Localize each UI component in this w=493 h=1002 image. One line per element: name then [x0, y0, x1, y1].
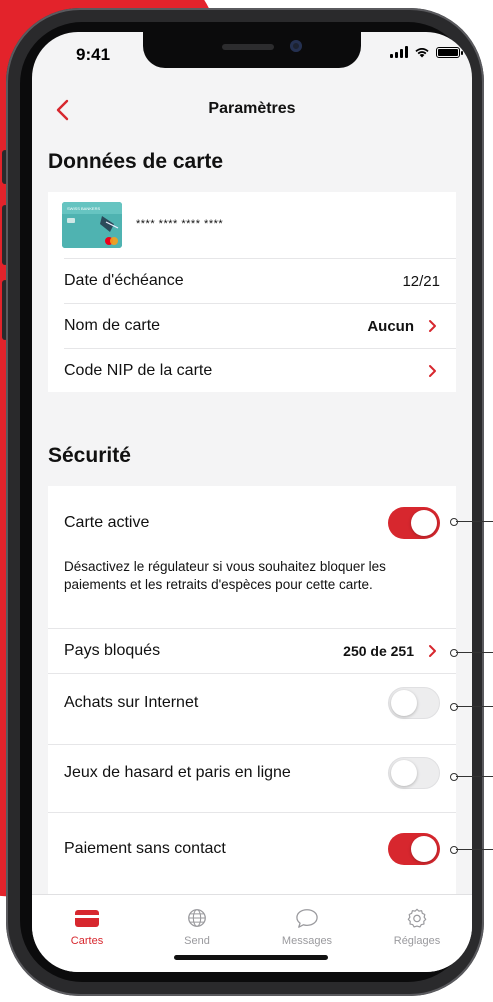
callout-line — [456, 706, 493, 707]
callout-line — [456, 849, 493, 850]
card-data-heading: Données de carte — [48, 150, 224, 173]
notch — [143, 32, 361, 68]
tab-reglages[interactable]: Réglages — [362, 907, 472, 947]
wifi-icon — [415, 48, 429, 58]
card-name-row[interactable]: Nom de carte Aucun — [48, 304, 456, 348]
card-active-description: Désactivez le régulateur si vous souhait… — [64, 559, 386, 592]
status-icons — [390, 46, 463, 58]
callout-dot — [450, 846, 458, 854]
internet-purchases-row: Achats sur Internet — [48, 678, 456, 728]
callout-line — [456, 776, 493, 777]
card-pin-row[interactable]: Code NIP de la carte — [48, 349, 456, 393]
internet-purchases-label: Achats sur Internet — [64, 694, 199, 711]
contactless-toggle[interactable] — [388, 833, 440, 865]
gambling-toggle[interactable] — [388, 757, 440, 789]
tab-bar: Cartes Send Messages Réglages — [32, 894, 472, 972]
callout-dot — [450, 649, 458, 657]
callout-line — [456, 521, 493, 522]
tab-cartes-label: Cartes — [70, 935, 104, 947]
gambling-row: Jeux de hasard et paris en ligne — [48, 748, 456, 798]
chevron-right-icon — [429, 320, 436, 332]
card-active-row: Carte active — [48, 496, 456, 550]
speaker — [222, 44, 274, 50]
home-indicator — [174, 955, 328, 960]
card-name-value: Aucun — [367, 317, 414, 335]
callout-dot — [450, 773, 458, 781]
card-active-label: Carte active — [64, 514, 150, 531]
internet-purchases-toggle[interactable] — [388, 687, 440, 719]
phone-screen: 9:41 Paramètres Données de carte SWISS B… — [32, 32, 472, 972]
callout-dot — [450, 703, 458, 711]
divider — [48, 673, 456, 674]
divider — [48, 744, 456, 745]
chat-bubble-icon — [296, 909, 318, 928]
callout-line — [456, 652, 493, 653]
front-camera — [290, 40, 302, 52]
expiry-date-row: Date d'échéance 12/21 — [48, 259, 456, 303]
card-pin-label: Code NIP de la carte — [64, 362, 213, 379]
card-name-label: Nom de carte — [64, 317, 161, 334]
card-data-panel: SWISS BANKERS **** **** **** **** Date d… — [48, 192, 456, 392]
signal-icon — [390, 46, 408, 58]
callout-dot — [450, 518, 458, 526]
card-thumbnail: SWISS BANKERS — [62, 202, 122, 248]
tab-send[interactable]: Send — [142, 907, 252, 947]
security-panel: Carte active Désactivez le régulateur si… — [48, 486, 456, 894]
expiry-date-label: Date d'échéance — [64, 272, 184, 289]
contactless-label: Paiement sans contact — [64, 840, 226, 857]
chevron-right-icon — [429, 645, 436, 657]
gambling-label: Jeux de hasard et paris en ligne — [64, 764, 291, 781]
contactless-row: Paiement sans contact — [48, 824, 456, 874]
card-thumb-brand: SWISS BANKERS — [67, 206, 100, 211]
gear-icon — [407, 908, 427, 928]
card-active-toggle[interactable] — [388, 507, 440, 539]
status-time: 9:41 — [76, 45, 111, 64]
blocked-countries-value: 250 de 251 — [343, 643, 414, 659]
security-heading: Sécurité — [48, 444, 131, 467]
tab-send-label: Send — [184, 935, 210, 947]
page-title: Paramètres — [208, 100, 296, 117]
tab-messages[interactable]: Messages — [252, 907, 362, 947]
tab-messages-label: Messages — [281, 935, 333, 947]
globe-icon — [188, 909, 206, 927]
card-icon — [75, 910, 99, 927]
divider — [48, 812, 456, 813]
tab-cartes[interactable]: Cartes — [32, 907, 142, 947]
card-number-masked: **** **** **** **** — [136, 218, 224, 230]
battery-icon — [436, 46, 463, 58]
expiry-date-value: 12/21 — [402, 272, 440, 290]
blocked-countries-row[interactable]: Pays bloqués 250 de 251 — [48, 629, 456, 673]
tab-reglages-label: Réglages — [393, 935, 441, 947]
nav-bar: Paramètres — [32, 86, 472, 136]
blocked-countries-label: Pays bloqués — [64, 642, 161, 659]
chevron-right-icon — [429, 365, 436, 377]
